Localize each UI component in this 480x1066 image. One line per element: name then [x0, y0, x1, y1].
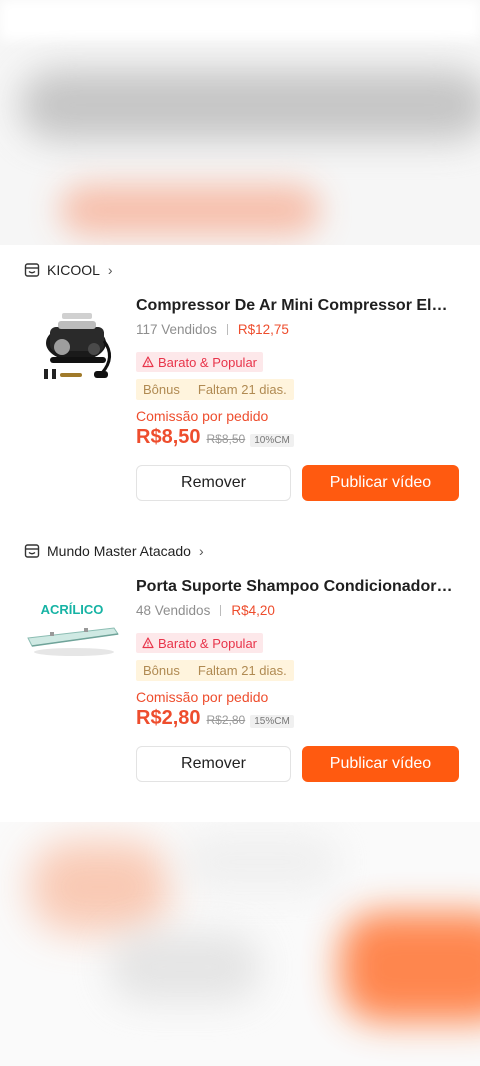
- commission-label: Comissão por pedido: [136, 408, 269, 424]
- commission-row: R$2,80 R$2,80 15%CM: [136, 707, 294, 730]
- warning-triangle-icon: [142, 637, 154, 649]
- bonus-label: Bônus: [143, 663, 180, 678]
- sales-count: 48 Vendidos: [136, 603, 211, 618]
- commission-rate-badge: 10%CM: [250, 434, 294, 447]
- shop-name: KICOOL: [47, 262, 100, 278]
- product-image[interactable]: [24, 297, 120, 393]
- popular-tag: Barato & Popular: [136, 633, 264, 653]
- shop-link[interactable]: Mundo Master Atacado ›: [24, 540, 204, 562]
- shop-icon: [24, 544, 40, 558]
- popular-tag-label: Barato & Popular: [158, 354, 258, 370]
- remove-button[interactable]: Remover: [136, 465, 291, 501]
- bonus-time: Faltam 21 dias.: [197, 663, 287, 678]
- commission-old-value: R$8,50: [206, 432, 246, 446]
- commission-row: R$8,50 R$8,50 10%CM: [136, 426, 294, 449]
- commission-value: R$8,50: [136, 426, 201, 448]
- thumb-text: ACRÍLICO: [41, 602, 104, 617]
- commission-value: R$2,80: [136, 707, 201, 729]
- product-card: Mundo Master Atacado › ACRÍLICO Porta Su…: [0, 526, 480, 807]
- divider: [220, 605, 222, 616]
- publish-video-button[interactable]: Publicar vídeo: [302, 465, 459, 501]
- commission-rate-badge: 15%CM: [250, 715, 294, 728]
- sales-info: 48 Vendidos R$4,20: [136, 603, 275, 618]
- product-image[interactable]: ACRÍLICO: [24, 578, 120, 674]
- shop-name: Mundo Master Atacado: [47, 543, 191, 559]
- product-price: R$12,75: [237, 322, 289, 337]
- chevron-right-icon: ›: [107, 262, 113, 278]
- product-title[interactable]: Compressor De Ar Mini Compressor Elétric…: [136, 297, 456, 315]
- product-title[interactable]: Porta Suporte Shampoo Condicionador Acrí…: [136, 578, 456, 596]
- sales-count: 117 Vendidos: [136, 322, 217, 337]
- product-list: KICOOL › Compressor De Ar Mini Compresso…: [0, 245, 480, 822]
- bonus-tag: Bônus Faltam 21 dias.: [136, 660, 294, 681]
- product-price: R$4,20: [231, 603, 275, 618]
- commission-label: Comissão por pedido: [136, 689, 269, 705]
- publish-video-button[interactable]: Publicar vídeo: [302, 746, 459, 782]
- shop-icon: [24, 263, 40, 277]
- blurred-background-top: [0, 0, 480, 245]
- sales-info: 117 Vendidos R$12,75: [136, 322, 289, 337]
- bonus-tag: Bônus Faltam 21 dias.: [136, 379, 294, 400]
- chevron-right-icon: ›: [198, 543, 204, 559]
- bonus-label: Bônus: [143, 382, 180, 397]
- shop-link[interactable]: KICOOL ›: [24, 259, 113, 281]
- commission-old-value: R$2,80: [206, 713, 246, 727]
- warning-triangle-icon: [142, 356, 154, 368]
- popular-tag: Barato & Popular: [136, 352, 264, 372]
- remove-button[interactable]: Remover: [136, 746, 291, 782]
- bonus-time: Faltam 21 dias.: [197, 382, 287, 397]
- blurred-background-bottom: [0, 822, 480, 1066]
- divider: [226, 324, 228, 335]
- product-card: KICOOL › Compressor De Ar Mini Compresso…: [0, 245, 480, 526]
- popular-tag-label: Barato & Popular: [158, 635, 258, 651]
